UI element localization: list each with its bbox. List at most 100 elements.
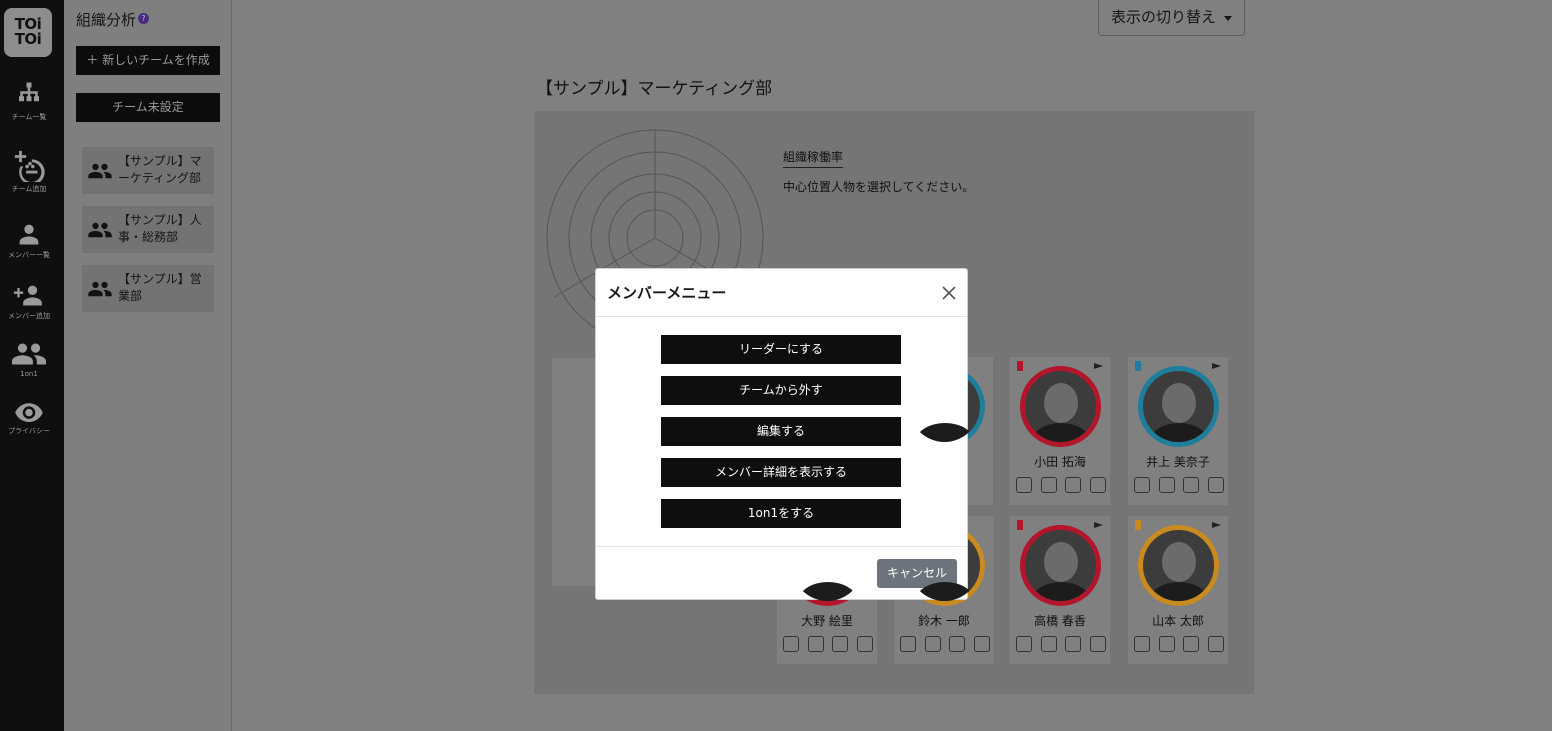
- flag-icon: [1094, 522, 1103, 528]
- rail-item-1on1[interactable]: 1on1: [0, 340, 58, 378]
- type-mark-icon: [1135, 520, 1141, 530]
- member-name: 小田 拓海: [1034, 455, 1086, 469]
- group-icon: [88, 222, 112, 238]
- edit-button[interactable]: 編集する: [661, 417, 901, 446]
- flag-icon: [1094, 363, 1103, 369]
- trait-icon: [1134, 477, 1150, 493]
- avatar: [1020, 525, 1101, 606]
- close-icon[interactable]: [941, 285, 957, 301]
- team-name: 【サンプル】マーケティング部: [118, 154, 202, 185]
- rail-item-add-team[interactable]: チーム追加: [0, 148, 58, 194]
- team-name: 【サンプル】営業部: [118, 272, 202, 303]
- trait-icons: [1016, 477, 1106, 493]
- trait-icons: [1134, 477, 1224, 493]
- trait-icon: [1016, 477, 1032, 493]
- trait-icon: [1183, 477, 1200, 493]
- icon-rail: TOi TOi チーム一覧 チーム追加 メンバー一覧 メンバー追加 1on1 プラ…: [0, 0, 64, 731]
- trait-icon: [1065, 636, 1082, 652]
- trait-icon: [924, 636, 941, 652]
- trait-icons: [900, 636, 990, 652]
- trait-icon: [856, 636, 873, 652]
- trait-icon: [900, 636, 916, 652]
- rail-label: チーム一覧: [11, 113, 47, 121]
- rail-item-team-list[interactable]: チーム一覧: [0, 80, 58, 122]
- sidebar-item-team[interactable]: 【サンプル】営業部: [82, 265, 214, 312]
- person-icon: [19, 224, 39, 245]
- team-name: 【サンプル】人事・総務部: [118, 213, 202, 244]
- sidebar-item-team[interactable]: 【サンプル】人事・総務部: [82, 206, 214, 253]
- flag-icon: [1212, 363, 1221, 369]
- flag-icon: [1212, 522, 1221, 528]
- avatar: [1020, 366, 1101, 447]
- new-team-button[interactable]: ＋ 新しいチームを作成: [76, 46, 220, 75]
- member-card[interactable]: 山本 太郎: [1128, 516, 1228, 664]
- trait-icon: [783, 636, 799, 652]
- trait-icon: [1134, 636, 1150, 652]
- app-logo[interactable]: TOi TOi: [4, 8, 52, 57]
- help-icon[interactable]: ?: [138, 13, 150, 24]
- add-team-icon: [14, 150, 45, 182]
- modal-title: メンバーメニュー: [607, 284, 727, 302]
- group-icon: [88, 163, 112, 179]
- avatar: [1138, 525, 1219, 606]
- remove-from-team-button[interactable]: チームから外す: [661, 376, 901, 405]
- member-card[interactable]: 小田 拓海: [1010, 357, 1110, 505]
- trait-icon: [1065, 477, 1082, 493]
- operation-rate-label[interactable]: 組織稼働率: [783, 148, 844, 168]
- rail-item-member-list[interactable]: メンバー一覧: [0, 220, 58, 260]
- modal-header: メンバーメニュー: [596, 269, 967, 317]
- member-name: 高橋 春香: [1034, 614, 1086, 628]
- org-chart-icon: [19, 82, 39, 102]
- view-toggle-label: 表示の切り替え: [1111, 8, 1217, 26]
- type-mark-icon: [1017, 361, 1023, 371]
- sidebar-title: 組織分析?: [76, 9, 150, 30]
- trait-icon: [1089, 477, 1106, 493]
- sidebar-item-team[interactable]: 【サンプル】マーケティング部: [82, 147, 214, 194]
- member-name: 井上 美奈子: [1146, 455, 1210, 469]
- avatar: [1138, 366, 1219, 447]
- group-icon: [88, 281, 112, 297]
- sidebar-title-text: 組織分析: [76, 11, 137, 29]
- rail-label: 1on1: [20, 370, 38, 378]
- trait-icon: [1158, 477, 1175, 493]
- trait-icon: [1183, 636, 1200, 652]
- trait-icon: [1016, 636, 1032, 652]
- member-menu-modal: メンバーメニュー リーダーにする チームから外す 編集する メンバー詳細を表示す…: [595, 268, 968, 600]
- trait-icon: [1040, 477, 1057, 493]
- member-name: 鈴木 一郎: [918, 614, 970, 628]
- chevron-down-icon: [1224, 16, 1232, 21]
- type-mark-icon: [1135, 361, 1141, 371]
- logo-text: TOi TOi: [14, 15, 42, 48]
- member-card[interactable]: 高橋 春香: [1010, 516, 1110, 664]
- view-toggle-dropdown[interactable]: 表示の切り替え: [1098, 0, 1245, 36]
- eye-icon: [15, 403, 43, 422]
- member-name: 山本 太郎: [1152, 614, 1204, 628]
- trait-icon: [1158, 636, 1175, 652]
- trait-icon: [949, 636, 966, 652]
- trait-icon: [1040, 636, 1057, 652]
- operation-rate-hint: 中心位置人物を選択してください。: [783, 180, 975, 194]
- member-name: 大野 絵里: [801, 614, 853, 628]
- trait-icons: [1134, 636, 1224, 652]
- start-1on1-button[interactable]: 1on1をする: [661, 499, 901, 528]
- trait-icons: [1016, 636, 1106, 652]
- unassigned-team-button[interactable]: チーム未設定: [76, 93, 220, 122]
- trait-icon: [832, 636, 849, 652]
- trait-icon: [1207, 477, 1224, 493]
- modal-footer: キャンセル: [596, 546, 967, 600]
- rail-item-privacy[interactable]: プライバシー: [0, 400, 58, 436]
- trait-icons: [783, 636, 873, 652]
- show-member-detail-button[interactable]: メンバー詳細を表示する: [661, 458, 901, 487]
- type-mark-icon: [1017, 520, 1023, 530]
- rail-label: プライバシー: [8, 427, 50, 435]
- rail-label: チーム追加: [11, 185, 47, 193]
- member-card[interactable]: 井上 美奈子: [1128, 357, 1228, 505]
- rail-label: メンバー追加: [8, 312, 50, 320]
- trait-icon: [1207, 636, 1224, 652]
- rail-item-add-member[interactable]: メンバー追加: [0, 281, 58, 321]
- people-icon: [12, 343, 46, 365]
- team-sidebar: 組織分析? ＋ 新しいチームを作成 チーム未設定 【サンプル】マーケティング部 …: [64, 0, 232, 731]
- rail-label: メンバー一覧: [8, 251, 50, 259]
- make-leader-button[interactable]: リーダーにする: [661, 335, 901, 364]
- add-person-icon: [13, 285, 42, 306]
